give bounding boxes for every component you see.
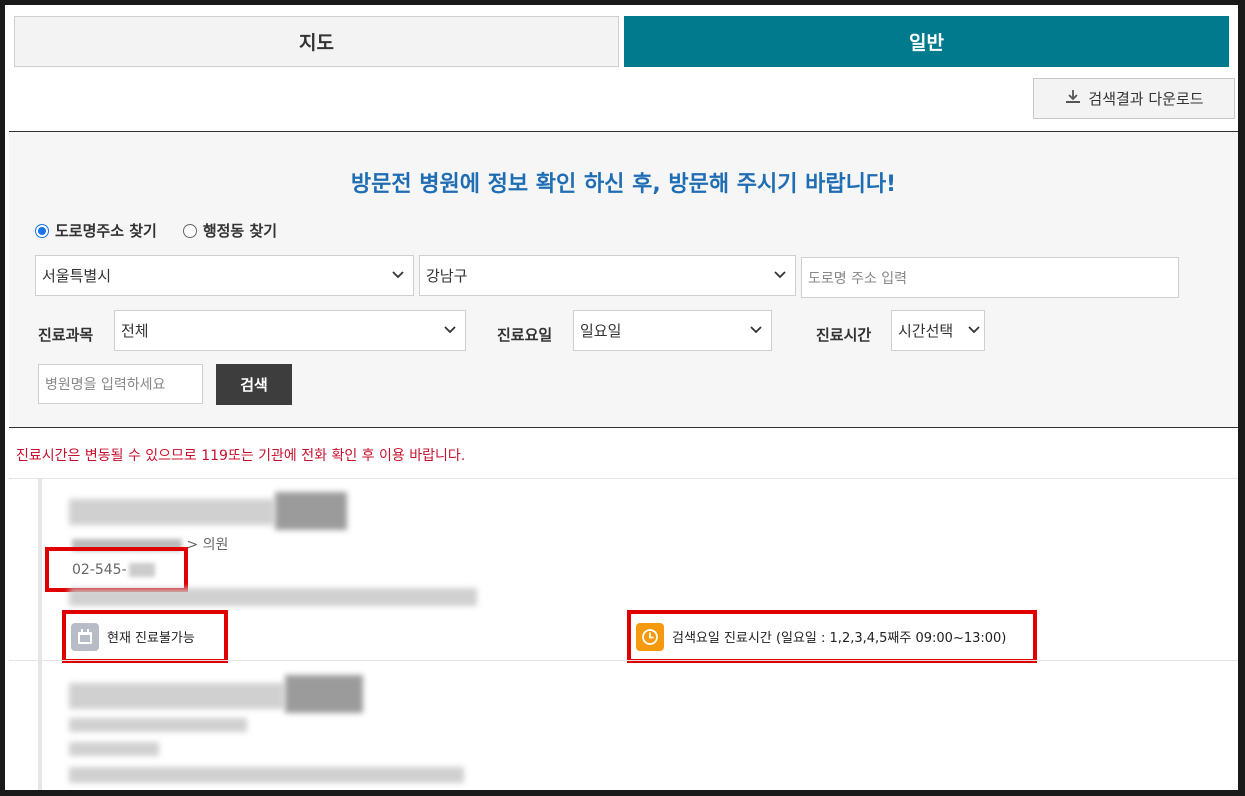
hours-text: 검색요일 진료시간 (일요일 : 1,2,3,4,5째주 09:00~13:00… xyxy=(672,631,1007,646)
clock-icon xyxy=(636,622,664,651)
phone-number[interactable]: 02-545- xyxy=(72,562,127,578)
day-select[interactable]: 일요일 xyxy=(573,310,772,351)
city-select[interactable]: 서울특별시 xyxy=(35,255,414,296)
radio-road-address[interactable]: 도로명주소 찾기 xyxy=(35,220,157,241)
phone-redacted xyxy=(69,742,159,756)
status-text: 현재 진료불가능 xyxy=(107,631,195,646)
radio-admin-label: 행정동 찾기 xyxy=(202,222,278,240)
page-frame: 지도 일반 검색결과 다운로드 방문전 병원에 정보 확인 하신 후, 방문해 … xyxy=(5,5,1238,790)
chevron-down-icon xyxy=(750,326,762,334)
phone-redacted xyxy=(128,562,155,577)
day-value: 일요일 xyxy=(580,322,622,340)
hours-warning: 진료시간은 변동될 수 있으므로 119또는 기관에 전화 확인 후 이용 바랍… xyxy=(16,448,466,464)
hospital-name-placeholder: 병원명을 입력하세요 xyxy=(45,377,166,393)
time-value: 시간선택 xyxy=(898,322,954,340)
dept-value: 전체 xyxy=(121,322,149,340)
chevron-down-icon xyxy=(774,271,786,279)
city-value: 서울특별시 xyxy=(42,267,112,285)
tab-general[interactable]: 일반 xyxy=(624,16,1229,67)
search-button[interactable]: 검색 xyxy=(216,364,292,405)
district-select[interactable]: 강남구 xyxy=(419,255,796,296)
hospital-name-redacted xyxy=(69,499,274,525)
radio-checked-icon xyxy=(35,223,49,238)
radio-road-label: 도로명주소 찾기 xyxy=(55,222,157,240)
time-select[interactable]: 시간선택 xyxy=(891,310,985,351)
phone-number-highlight: 02-545- xyxy=(45,547,188,592)
district-value: 강남구 xyxy=(426,267,468,285)
divider xyxy=(9,478,1238,479)
chevron-down-icon xyxy=(968,326,980,334)
divider xyxy=(9,660,1238,661)
download-label: 검색결과 다운로드 xyxy=(1088,90,1204,108)
chevron-down-icon xyxy=(444,326,456,334)
road-address-placeholder: 도로명 주소 입력 xyxy=(808,270,908,287)
download-icon xyxy=(1064,88,1082,110)
address-type-radio-group: 도로명주소 찾기 행정동 찾기 xyxy=(35,220,277,241)
time-label: 진료시간 xyxy=(816,326,872,344)
radio-unchecked-icon xyxy=(182,223,197,238)
dept-select[interactable]: 전체 xyxy=(114,310,466,351)
tab-map[interactable]: 지도 xyxy=(14,16,619,67)
address-redacted xyxy=(69,767,464,783)
category-suffix: > 의원 xyxy=(186,537,229,553)
hospital-name-redacted xyxy=(69,683,284,709)
road-address-input[interactable]: 도로명 주소 입력 xyxy=(801,257,1179,298)
hospital-name-redacted xyxy=(285,675,363,713)
chevron-down-icon xyxy=(392,271,404,279)
search-panel: 방문전 병원에 정보 확인 하신 후, 방문해 주시기 바랍니다! 도로명주소 … xyxy=(9,131,1238,428)
hours-highlight: 검색요일 진료시간 (일요일 : 1,2,3,4,5째주 09:00~13:00… xyxy=(627,610,1037,663)
result-left-rule xyxy=(38,479,42,790)
day-label: 진료요일 xyxy=(497,326,553,344)
notice-title: 방문전 병원에 정보 확인 하신 후, 방문해 주시기 바랍니다! xyxy=(350,172,897,197)
hospital-name-input[interactable]: 병원명을 입력하세요 xyxy=(38,364,203,404)
dept-label: 진료과목 xyxy=(38,326,94,344)
hospital-name-redacted xyxy=(275,492,347,530)
address-redacted xyxy=(69,588,477,606)
radio-admin-dong[interactable]: 행정동 찾기 xyxy=(182,220,278,241)
download-results-button[interactable]: 검색결과 다운로드 xyxy=(1033,78,1235,119)
status-badge-highlight: 현재 진료불가능 xyxy=(62,610,228,663)
category-redacted xyxy=(69,718,247,732)
calendar-icon xyxy=(71,622,99,651)
